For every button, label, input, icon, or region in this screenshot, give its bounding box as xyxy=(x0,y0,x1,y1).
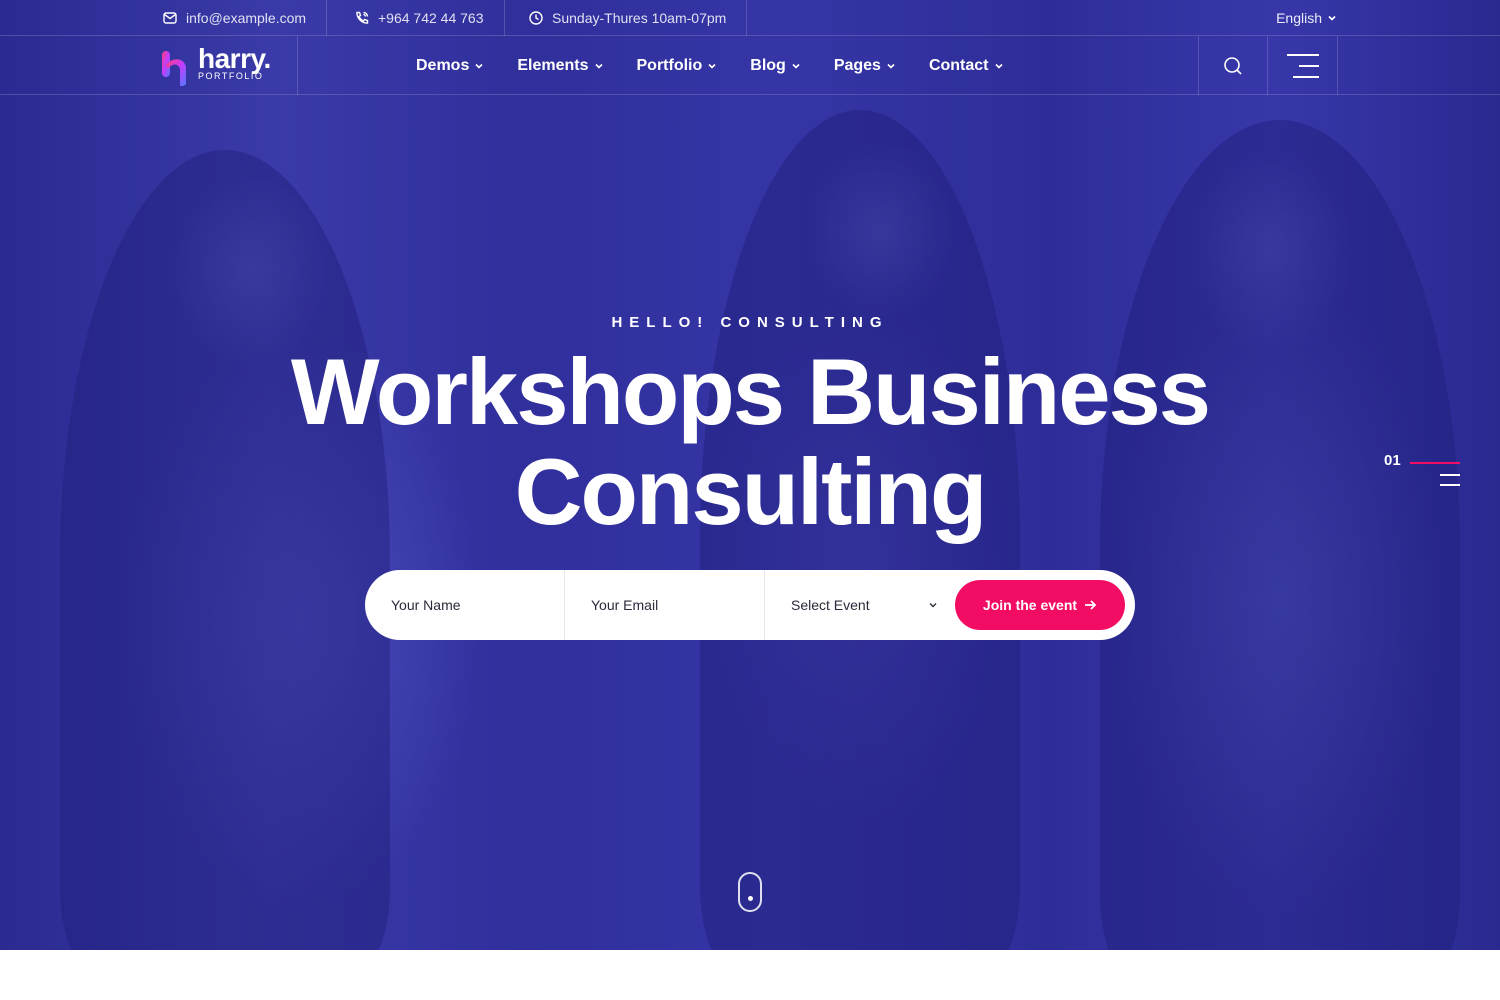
chevron-down-icon xyxy=(708,63,716,69)
scroll-mouse-dot xyxy=(748,896,753,901)
nav-item-label: Pages xyxy=(833,56,881,74)
hero-eyebrow: HELLO! CONSULTING xyxy=(611,314,889,331)
chevron-down-icon xyxy=(994,63,1003,69)
nav-item-demos[interactable]: Demos xyxy=(416,57,485,75)
clock-icon xyxy=(529,11,543,25)
slide-counter: 01 xyxy=(1384,452,1401,469)
chevron-down-icon xyxy=(792,63,800,69)
chevron-down-icon xyxy=(475,63,483,69)
nav-item-label: Demos xyxy=(416,56,470,74)
mail-icon xyxy=(163,12,177,24)
primary-menu: Demos Elements Portfolio Blog Pages Cont… xyxy=(416,36,1005,95)
menu-icon xyxy=(1286,53,1319,78)
nav-item-label: Blog xyxy=(750,56,786,74)
arrow-right-icon xyxy=(1085,600,1097,610)
logo-subtitle: PORTFOLIO xyxy=(198,70,264,81)
site-logo[interactable]: harry. PORTFOLIO xyxy=(160,36,298,95)
nav-item-contact[interactable]: Contact xyxy=(929,57,1005,75)
topbar-phone[interactable]: +964 742 44 763 xyxy=(334,0,505,36)
top-info-bar: info@example.com +964 742 44 763 Sunday-… xyxy=(0,0,1500,36)
email-input-placeholder: Your Email xyxy=(591,597,659,613)
topbar-hours-text: Sunday-Thures 10am-07pm xyxy=(552,10,727,26)
topbar-hours: Sunday-Thures 10am-07pm xyxy=(508,0,748,36)
nav-item-blog[interactable]: Blog xyxy=(750,57,802,75)
search-icon xyxy=(1224,56,1242,75)
search-button[interactable] xyxy=(1198,36,1268,95)
topbar-phone-text: +964 742 44 763 xyxy=(378,10,484,26)
email-input[interactable]: Your Email xyxy=(565,570,765,640)
slide-progress-line xyxy=(1410,462,1460,464)
offcanvas-menu-button[interactable] xyxy=(1268,36,1338,95)
nav-item-portfolio[interactable]: Portfolio xyxy=(637,57,719,75)
logo-name: harry. xyxy=(198,42,271,74)
chevron-down-icon xyxy=(929,603,937,608)
chevron-down-icon xyxy=(594,63,603,69)
event-select[interactable]: Select Event xyxy=(765,570,955,640)
nav-item-label: Elements xyxy=(517,56,589,74)
scroll-mouse-icon[interactable] xyxy=(738,872,762,912)
main-navbar: harry. PORTFOLIO Demos Elements Portfoli… xyxy=(0,36,1500,95)
hero-title-line-1: Workshops Business xyxy=(290,339,1211,444)
language-label: English xyxy=(1276,10,1322,26)
nav-item-elements[interactable]: Elements xyxy=(517,57,604,75)
logo-mark-icon xyxy=(160,45,194,87)
slide-nav-icon[interactable] xyxy=(1440,474,1460,488)
event-select-value: Select Event xyxy=(791,597,870,613)
nav-item-pages[interactable]: Pages xyxy=(834,57,897,75)
chevron-down-icon xyxy=(1328,15,1336,21)
topbar-email-text: info@example.com xyxy=(186,10,307,26)
join-event-button[interactable]: Join the event xyxy=(955,580,1125,630)
name-input[interactable]: Your Name xyxy=(365,570,565,640)
phone-icon xyxy=(356,11,369,24)
chevron-down-icon xyxy=(887,63,895,69)
topbar-email[interactable]: info@example.com xyxy=(142,0,328,36)
name-input-placeholder: Your Name xyxy=(391,597,461,613)
event-signup-form: Your Name Your Email Select Event Join t… xyxy=(365,570,1135,640)
nav-item-label: Portfolio xyxy=(636,56,703,74)
hero-person-left xyxy=(60,150,390,950)
language-selector[interactable]: English xyxy=(1276,0,1338,36)
hero-title-line-2: Consulting xyxy=(514,439,988,544)
nav-item-label: Contact xyxy=(928,56,989,74)
join-event-label: Join the event xyxy=(982,597,1078,613)
hero-title: Workshops Business Consulting xyxy=(0,342,1500,542)
